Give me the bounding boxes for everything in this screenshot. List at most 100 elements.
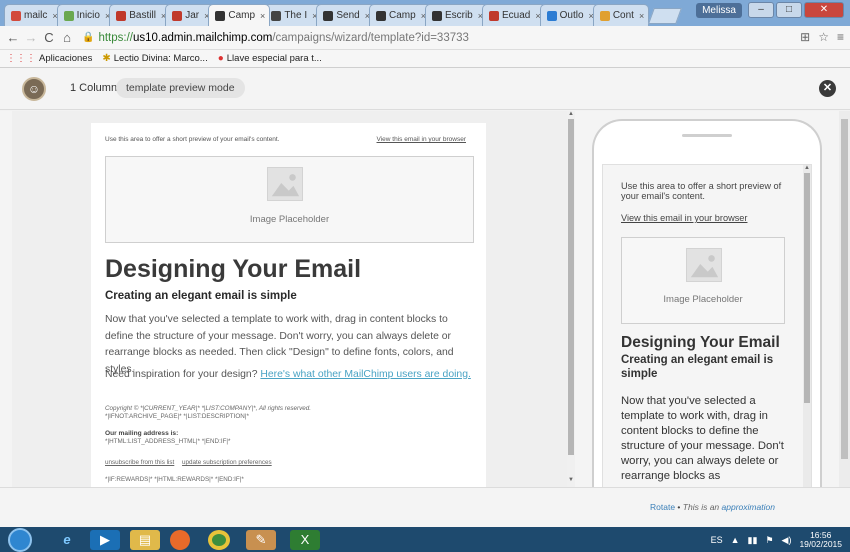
tab-favicon-icon [116, 10, 127, 21]
volume-icon[interactable]: ◀) [782, 535, 792, 546]
inspiration-line: Need inspiration for your design? Here's… [105, 369, 471, 380]
reload-icon[interactable]: C [40, 30, 58, 45]
copyright-block: Copyright © *|CURRENT_YEAR|* *|LIST:COMP… [105, 405, 311, 421]
scroll-thumb[interactable] [568, 119, 574, 455]
close-icon[interactable]: ✕ [819, 80, 836, 97]
ie-icon[interactable]: e [52, 530, 82, 550]
apps-grid-icon: ⋮⋮⋮ [6, 53, 36, 64]
scroll-up-icon[interactable]: ▲ [803, 165, 811, 171]
scroll-down-icon[interactable]: ▼ [567, 477, 575, 483]
preview-footer: Rotate • This is an approximation [0, 487, 850, 527]
network-icon[interactable]: ▮▮ [748, 535, 758, 546]
tab-label: Escrib [444, 10, 473, 21]
flag-icon[interactable]: ⚑ [765, 535, 773, 546]
clock[interactable]: 16:56 19/02/2015 [799, 531, 842, 549]
browser-tab[interactable]: mailc × [4, 4, 63, 26]
inspiration-link[interactable]: Here's what other MailChimp users are do… [260, 369, 470, 380]
paint-icon[interactable]: ✎ [246, 530, 276, 550]
email-subtitle: Creating an elegant email is simple [105, 290, 297, 302]
separator: • [677, 502, 681, 512]
forward-icon[interactable]: → [22, 30, 40, 45]
template-name: 1 Column [70, 82, 118, 94]
back-icon[interactable]: ← [4, 30, 22, 45]
firefox-icon[interactable] [170, 530, 190, 550]
rotate-link[interactable]: Rotate [650, 502, 675, 512]
view-in-browser-link[interactable]: View this email in your browser [377, 136, 466, 143]
image-placeholder-label: Image Placeholder [249, 214, 330, 225]
browser-toolbar: ← → C ⌂ 🔒 https://us10.admin.mailchimp.c… [0, 26, 850, 50]
browser-tab[interactable]: The I × [264, 4, 323, 26]
minimize-button[interactable]: – [748, 2, 774, 18]
tab-favicon-icon [546, 10, 557, 21]
tab-label: Ecuad [502, 10, 531, 21]
start-button[interactable] [8, 528, 32, 552]
mobile-view-in-browser-link[interactable]: View this email in your browser [621, 213, 747, 223]
window-close-button[interactable]: ✕ [804, 2, 844, 18]
mobile-scroll-thumb[interactable] [804, 173, 810, 403]
tab-label: mailc [24, 10, 48, 21]
tab-label: Jar [185, 10, 200, 21]
bookmarks-bar: ⋮⋮⋮ Aplicaciones ✱ Lectio Divina: Marco...… [0, 50, 850, 68]
update-preferences-link[interactable]: update subscription preferences [182, 459, 272, 466]
browser-tab[interactable]: Bastill × [109, 4, 172, 26]
bookmark-apps[interactable]: ⋮⋮⋮ Aplicaciones [6, 53, 92, 64]
media-player-icon[interactable]: ▶ [90, 530, 120, 550]
scroll-up-icon[interactable]: ▲ [567, 111, 575, 117]
mobile-preheader-text: Use this area to offer a short preview o… [621, 181, 782, 201]
tab-label: Bastill [129, 10, 156, 21]
rotate-line: Rotate • This is an approximation [650, 502, 775, 512]
menu-icon[interactable]: ≡ [837, 30, 844, 44]
chrome-icon[interactable] [208, 530, 230, 550]
mailchimp-logo-icon[interactable]: ☺ [22, 77, 46, 101]
star-icon[interactable]: ☆ [818, 30, 829, 44]
browser-tab[interactable]: Outlo × [539, 4, 599, 26]
unsubscribe-link[interactable]: unsubscribe from this list [105, 459, 174, 466]
tab-label: Camp [389, 10, 416, 21]
tab-favicon-icon [271, 10, 282, 21]
browser-tab[interactable]: Camp × [208, 4, 271, 26]
bookmark-lectio[interactable]: ✱ Lectio Divina: Marco... [102, 53, 207, 64]
copyright-line: Copyright © *|CURRENT_YEAR|* *|LIST:COMP… [105, 405, 311, 412]
browser-tab[interactable]: Escrib × [424, 4, 489, 26]
browser-tab[interactable]: Inicio × [56, 4, 116, 26]
language-indicator[interactable]: ES [711, 535, 723, 545]
mobile-scrollbar[interactable]: ▲ ▼ [803, 165, 811, 498]
approximation-text: This is an [682, 502, 720, 512]
page-scroll-thumb[interactable] [841, 119, 848, 459]
tab-favicon-icon [376, 10, 386, 21]
email-canvas: Use this area to offer a short preview o… [91, 123, 486, 487]
bookmark-icon: ✱ [102, 53, 111, 64]
browser-tab[interactable]: Cont × [592, 4, 650, 26]
mobile-email-title: Designing Your Email [621, 334, 780, 351]
url-protocol: https:// [98, 31, 133, 44]
phone-speaker [682, 134, 732, 137]
desktop-scrollbar[interactable]: ▲ ▼ [567, 111, 575, 487]
windows-taskbar: e ▶ ▤ ✎ X ES ▲ ▮▮ ⚑ ◀) 16:56 19/02/2015 [0, 527, 850, 552]
mobile-screen: Use this area to offer a short preview o… [602, 164, 812, 499]
profile-button[interactable]: Melissa [696, 2, 742, 18]
browser-tab-strip: mailc × Inicio × Bastill × Jar × Camp × The I × Send… [0, 0, 850, 26]
window-controls: Melissa – □ ✕ [696, 2, 844, 18]
email-title: Designing Your Email [105, 255, 362, 283]
browser-tab[interactable]: Ecuad × [482, 4, 546, 26]
maximize-button[interactable]: □ [776, 2, 802, 18]
mobile-email-body: Now that you've selected a template to w… [621, 395, 784, 482]
new-tab-button[interactable] [648, 8, 683, 24]
page-scrollbar[interactable] [839, 111, 850, 487]
copyright-line-2: *|IFNOT:ARCHIVE_PAGE|* *|LIST:DESCRIPTIO… [105, 413, 249, 420]
file-explorer-icon[interactable]: ▤ [130, 530, 160, 550]
preview-header: ☺ 1 Column template preview mode ✕ [0, 68, 850, 110]
bookmark-llave[interactable]: ● Llave especial para t... [218, 53, 322, 64]
address-bar[interactable]: 🔒 https://us10.admin.mailchimp.com/campa… [82, 29, 827, 47]
approximation-link[interactable]: approximation [722, 502, 775, 512]
browser-tab[interactable]: Send × [316, 4, 375, 26]
browser-tab[interactable]: Camp × [369, 4, 431, 26]
browser-tab[interactable]: Jar × [165, 4, 215, 26]
excel-icon[interactable]: X [290, 530, 320, 550]
home-icon[interactable]: ⌂ [58, 30, 76, 45]
translate-icon[interactable]: ⊞ [800, 30, 810, 44]
tab-close-icon[interactable]: × [260, 11, 265, 21]
tray-arrow-icon[interactable]: ▲ [731, 535, 740, 545]
preheader-text: Use this area to offer a short preview o… [105, 136, 280, 143]
tab-close-icon[interactable]: × [639, 11, 644, 21]
